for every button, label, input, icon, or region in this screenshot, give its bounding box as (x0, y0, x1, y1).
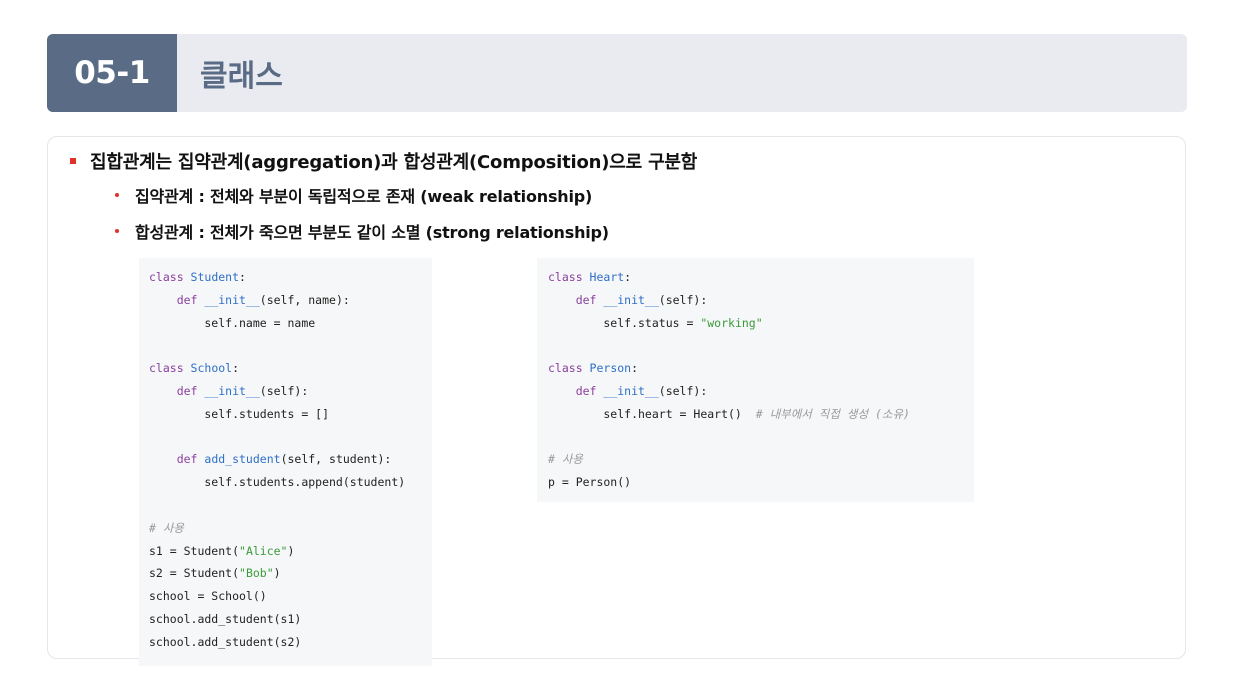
code-line: class School: (149, 357, 432, 380)
code-line: class Person: (548, 357, 974, 380)
code-token: __init__ (603, 292, 659, 307)
code-token: ) (273, 566, 281, 581)
code-line: def __init__(self, name): (149, 289, 432, 312)
code-line: self.students = [] (149, 403, 432, 426)
sub-bullet-text: 합성관계 : 전체가 죽으면 부분도 같이 소멸 (strong relatio… (135, 223, 609, 242)
code-token: def (149, 292, 205, 307)
code-token: school.add_student(s2) (149, 634, 302, 649)
code-line: s1 = Student("Alice") (149, 540, 432, 563)
code-line: p = Person() (548, 471, 974, 494)
code-line: # 사용 (548, 448, 974, 471)
code-token: (self, student): (280, 452, 392, 467)
code-line: school = School() (149, 585, 432, 608)
code-token: class (548, 361, 590, 376)
code-token: s2 = Student( (149, 566, 240, 581)
code-token: def (149, 383, 205, 398)
code-line: class Student: (149, 266, 432, 289)
code-token: Heart (589, 270, 625, 284)
code-token: __init__ (204, 383, 260, 398)
code-line: school.add_student(s1) (149, 608, 432, 631)
code-token: : (631, 361, 639, 376)
square-bullet-icon (70, 158, 76, 164)
code-token: Student (190, 270, 240, 284)
code-token: : (232, 361, 240, 376)
code-token: school.add_student(s1) (149, 611, 302, 626)
code-token: "Alice" (239, 543, 288, 558)
code-token: __init__ (204, 292, 260, 307)
code-block-composition: class Heart: def __init__(self): self.st… (537, 258, 974, 502)
code-token: "working" (700, 315, 763, 330)
code-token: (self): (658, 292, 708, 307)
code-token: self.students = [] (149, 406, 330, 421)
code-token: ) (287, 543, 295, 558)
code-line: s2 = Student("Bob") (149, 562, 432, 585)
code-token: School (190, 361, 233, 376)
section-number: 05-1 (47, 34, 177, 112)
code-token: def (548, 383, 604, 398)
code-line: self.students.append(student) (149, 471, 432, 494)
code-line: def __init__(self): (149, 380, 432, 403)
code-token: : (239, 270, 246, 284)
code-line: school.add_student(s2) (149, 631, 432, 654)
dot-bullet-icon (115, 193, 119, 197)
code-token: school = School() (149, 589, 267, 604)
code-block-aggregation: class Student: def __init__(self, name):… (139, 258, 432, 666)
sub-bullet-aggregation: 집약관계 : 전체와 부분이 독립적으로 존재 (weak relationsh… (115, 183, 592, 207)
sub-bullet-text: 집약관계 : 전체와 부분이 독립적으로 존재 (weak relationsh… (135, 187, 593, 206)
section-header: 05-1 클래스 (47, 34, 1187, 112)
code-line: class Heart: (548, 266, 974, 289)
main-bullet: 집합관계는 집약관계(aggregation)과 합성관계(Compositio… (70, 148, 697, 174)
sub-bullet-composition: 합성관계 : 전체가 죽으면 부분도 같이 소멸 (strong relatio… (115, 219, 609, 243)
code-token: __init__ (603, 383, 659, 398)
dot-bullet-icon (115, 229, 119, 233)
main-bullet-text: 집합관계는 집약관계(aggregation)과 합성관계(Compositio… (90, 152, 698, 173)
code-line: def __init__(self): (548, 289, 974, 312)
code-token: : (624, 270, 632, 284)
code-token: self.heart = Heart() (548, 406, 756, 421)
code-token: self.students.append(student) (149, 475, 406, 490)
code-token: Person (589, 361, 632, 376)
code-line: self.status = "working" (548, 312, 974, 335)
code-token: class (149, 361, 191, 376)
code-token: # 사용 (548, 452, 584, 467)
code-token: def (548, 292, 604, 307)
code-line: def add_student(self, student): (149, 448, 432, 471)
section-title: 클래스 (200, 59, 283, 94)
code-token: self.name = name (149, 315, 316, 330)
code-token: "Bob" (239, 566, 274, 581)
code-token: self.status = (548, 315, 701, 330)
code-token: class (548, 270, 590, 284)
code-line: self.name = name (149, 312, 432, 335)
code-token: p = Person() (548, 475, 632, 490)
code-token: (self, name): (259, 292, 350, 307)
code-token: class (149, 270, 191, 284)
code-token: # 내부에서 직접 생성 (소유) (755, 406, 910, 421)
code-token: def (149, 452, 205, 467)
code-token: (self): (259, 383, 309, 398)
code-line: # 사용 (149, 517, 432, 540)
code-token: (self): (658, 383, 708, 398)
code-line: self.heart = Heart() # 내부에서 직접 생성 (소유) (548, 403, 974, 426)
code-token: # 사용 (149, 520, 185, 535)
code-token: add_student (204, 452, 281, 467)
code-token: s1 = Student( (149, 543, 240, 558)
code-line: def __init__(self): (548, 380, 974, 403)
